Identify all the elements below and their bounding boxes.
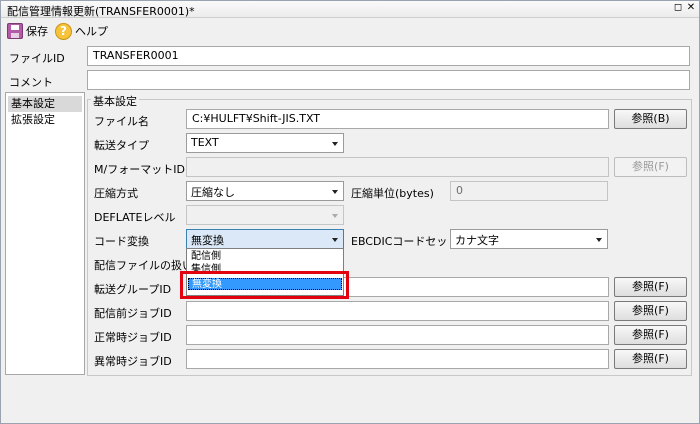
transfer-type-select[interactable]: TEXT xyxy=(186,133,344,153)
help-icon: ? xyxy=(55,22,72,40)
ebcdic-select[interactable]: カナ文字 xyxy=(450,229,608,249)
filename-label: ファイル名 xyxy=(94,115,149,128)
pre-job-input[interactable] xyxy=(186,301,609,321)
toolbar: 保存 ? ヘルプ xyxy=(1,19,699,42)
compress-unit-input: 0 xyxy=(450,181,608,201)
pre-job-browse-button[interactable]: 参照(F) xyxy=(614,301,687,321)
help-label: ヘルプ xyxy=(75,25,108,38)
mformat-input xyxy=(186,157,609,177)
filename-input[interactable]: C:¥HULFT¥Shift-JIS.TXT xyxy=(186,109,609,129)
dropdown-option[interactable]: 配信側 xyxy=(188,251,342,263)
filename-browse-button[interactable]: 参照(B) xyxy=(614,109,687,129)
file-id-label: ファイルID xyxy=(9,52,65,65)
code-value: 無変換 xyxy=(191,234,224,247)
err-job-label: 異常時ジョブID xyxy=(94,355,172,368)
pre-job-label: 配信前ジョブID xyxy=(94,307,172,320)
transfer-type-label: 転送タイプ xyxy=(94,139,149,152)
settings-nav: 基本設定 拡張設定 xyxy=(5,92,85,375)
compress-select[interactable]: 圧縮なし xyxy=(186,181,344,201)
mformat-label: M/フォーマットID xyxy=(94,163,185,176)
window-title: 配信管理情報更新(TRANSFER0001)* xyxy=(7,5,195,18)
ebcdic-label: EBCDICコードセット xyxy=(351,235,459,248)
compress-unit-label: 圧縮単位(bytes) xyxy=(351,187,434,200)
group-title: 基本設定 xyxy=(91,93,139,109)
compress-label: 圧縮方式 xyxy=(94,187,138,200)
mformat-browse-button: 参照(F) xyxy=(614,157,687,177)
chevron-down-icon xyxy=(332,214,338,218)
chevron-down-icon xyxy=(332,142,338,146)
save-icon xyxy=(7,23,23,39)
deflate-select xyxy=(186,205,344,225)
code-label: コード変換 xyxy=(94,235,149,248)
save-label: 保存 xyxy=(26,25,48,38)
help-button[interactable]: ? ヘルプ xyxy=(55,22,108,40)
group-id-label: 転送グループID xyxy=(94,283,172,296)
compress-value: 圧縮なし xyxy=(191,186,235,199)
save-button[interactable]: 保存 xyxy=(7,22,48,40)
ok-job-input[interactable] xyxy=(186,325,609,345)
comment-field[interactable] xyxy=(87,70,690,90)
ebcdic-value: カナ文字 xyxy=(455,234,499,247)
file-id-field[interactable]: TRANSFER0001 xyxy=(87,46,690,66)
restore-icon[interactable]: ◻ xyxy=(672,2,684,13)
err-job-browse-button[interactable]: 参照(F) xyxy=(614,349,687,369)
chevron-down-icon xyxy=(332,190,338,194)
window: 配信管理情報更新(TRANSFER0001)* ◻ ✕ 保存 ? ヘルプ ファイ… xyxy=(0,0,700,424)
annotation-highlight xyxy=(180,271,349,299)
ok-job-browse-button[interactable]: 参照(F) xyxy=(614,325,687,345)
chevron-down-icon xyxy=(596,238,602,242)
transfer-type-value: TEXT xyxy=(191,136,219,149)
sidebar-item-extended[interactable]: 拡張設定 xyxy=(8,112,82,128)
deflate-label: DEFLATEレベル xyxy=(94,211,176,224)
close-icon[interactable]: ✕ xyxy=(685,2,697,13)
comment-label: コメント xyxy=(9,76,53,89)
chevron-down-icon xyxy=(332,238,338,242)
code-select[interactable]: 無変換 xyxy=(186,229,344,249)
handling-label: 配信ファイルの扱い xyxy=(94,259,193,272)
title-bar: 配信管理情報更新(TRANSFER0001)* ◻ ✕ xyxy=(1,1,699,18)
err-job-input[interactable] xyxy=(186,349,609,369)
sidebar-item-basic[interactable]: 基本設定 xyxy=(8,96,82,112)
ok-job-label: 正常時ジョブID xyxy=(94,331,172,344)
group-browse-button[interactable]: 参照(F) xyxy=(614,277,687,297)
